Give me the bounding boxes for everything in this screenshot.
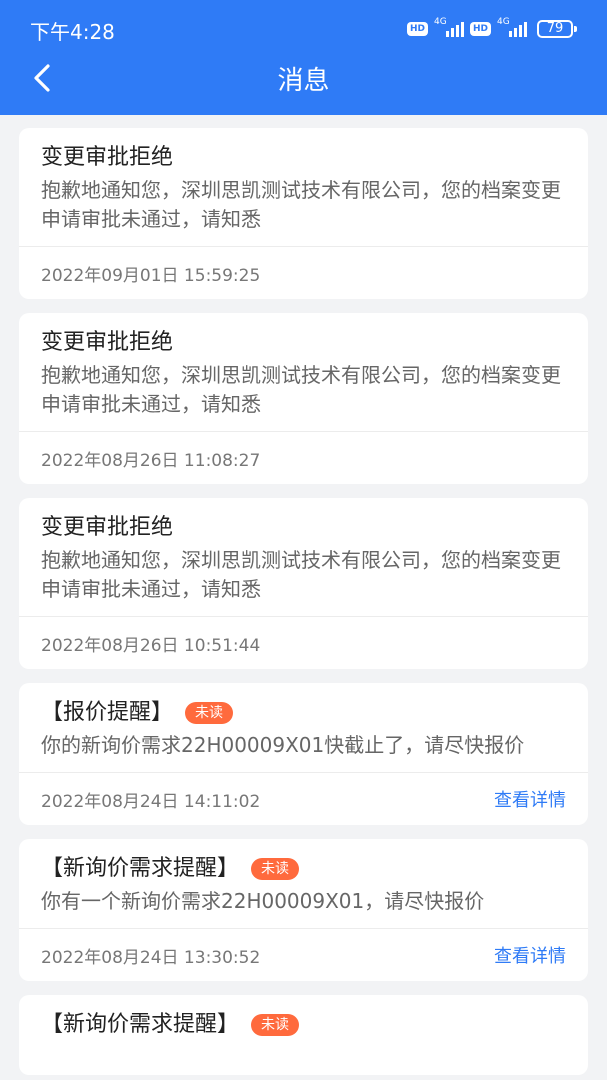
signal-icon: 4G (434, 17, 464, 39)
message-title: 变更审批拒绝 (41, 145, 174, 170)
message-body: 抱歉地通知您，深圳思凯测试技术有限公司，您的档案变更申请审批未通过，请知悉 (41, 178, 561, 231)
view-details-link[interactable]: 查看详情 (494, 942, 566, 968)
hd-icon: HD (406, 22, 428, 36)
message-card[interactable]: 【报价提醒】 未读 你的新询价需求22H00009X01快截止了，请尽快报价 2… (19, 683, 588, 825)
page-title: 消息 (277, 66, 330, 96)
message-body: 抱歉地通知您，深圳思凯测试技术有限公司，您的档案变更申请审批未通过，请知悉 (41, 548, 561, 601)
message-body: 你的新询价需求22H00009X01快截止了，请尽快报价 (41, 733, 525, 757)
message-body: 抱歉地通知您，深圳思凯测试技术有限公司，您的档案变更申请审批未通过，请知悉 (41, 363, 561, 416)
message-title: 【新询价需求提醒】 未读 (41, 1009, 566, 1041)
status-icons: HD 4G HD 4G 79 (406, 17, 577, 40)
message-title: 【报价提醒】 未读 (41, 697, 566, 729)
message-card[interactable]: 变更审批拒绝 抱歉地通知您，深圳思凯测试技术有限公司，您的档案变更申请审批未通过… (19, 313, 588, 484)
message-body: 你有一个新询价需求22H00009X01，请尽快报价 (41, 889, 485, 913)
message-card[interactable]: 变更审批拒绝 抱歉地通知您，深圳思凯测试技术有限公司，您的档案变更申请审批未通过… (19, 498, 588, 669)
message-title: 【新询价需求提醒】 未读 (41, 853, 566, 885)
message-card[interactable]: 变更审批拒绝 抱歉地通知您，深圳思凯测试技术有限公司，您的档案变更申请审批未通过… (19, 128, 588, 299)
status-time: 下午4:28 (30, 20, 115, 44)
status-bar: 下午4:28 HD 4G HD 4G 79 (0, 0, 607, 56)
message-card[interactable]: 【新询价需求提醒】 未读 你有一个新询价需求22H00009X01，请尽快报价 … (19, 839, 588, 981)
nav-bar: 消息 (0, 56, 607, 115)
message-title: 变更审批拒绝 (41, 330, 174, 355)
message-card[interactable]: 【新询价需求提醒】 未读 (19, 995, 588, 1075)
unread-badge: 未读 (251, 858, 300, 880)
signal-icon: 4G (497, 17, 527, 39)
message-title: 变更审批拒绝 (41, 515, 174, 540)
unread-badge: 未读 (185, 702, 234, 724)
battery-level: 79 (546, 21, 564, 36)
app-header: 下午4:28 HD 4G HD 4G 79 消息 (0, 0, 607, 115)
message-time: 2022年08月24日 14:11:02 (41, 791, 261, 812)
view-details-link[interactable]: 查看详情 (494, 786, 566, 812)
message-time: 2022年08月26日 10:51:44 (41, 635, 261, 656)
message-time: 2022年09月01日 15:59:25 (41, 265, 261, 286)
message-time: 2022年08月26日 11:08:27 (41, 450, 261, 471)
hd-icon: HD (469, 22, 491, 36)
message-list: 变更审批拒绝 抱歉地通知您，深圳思凯测试技术有限公司，您的档案变更申请审批未通过… (19, 128, 588, 1080)
battery-icon: 79 (537, 20, 577, 38)
unread-badge: 未读 (251, 1014, 300, 1036)
message-time: 2022年08月24日 13:30:52 (41, 947, 261, 968)
